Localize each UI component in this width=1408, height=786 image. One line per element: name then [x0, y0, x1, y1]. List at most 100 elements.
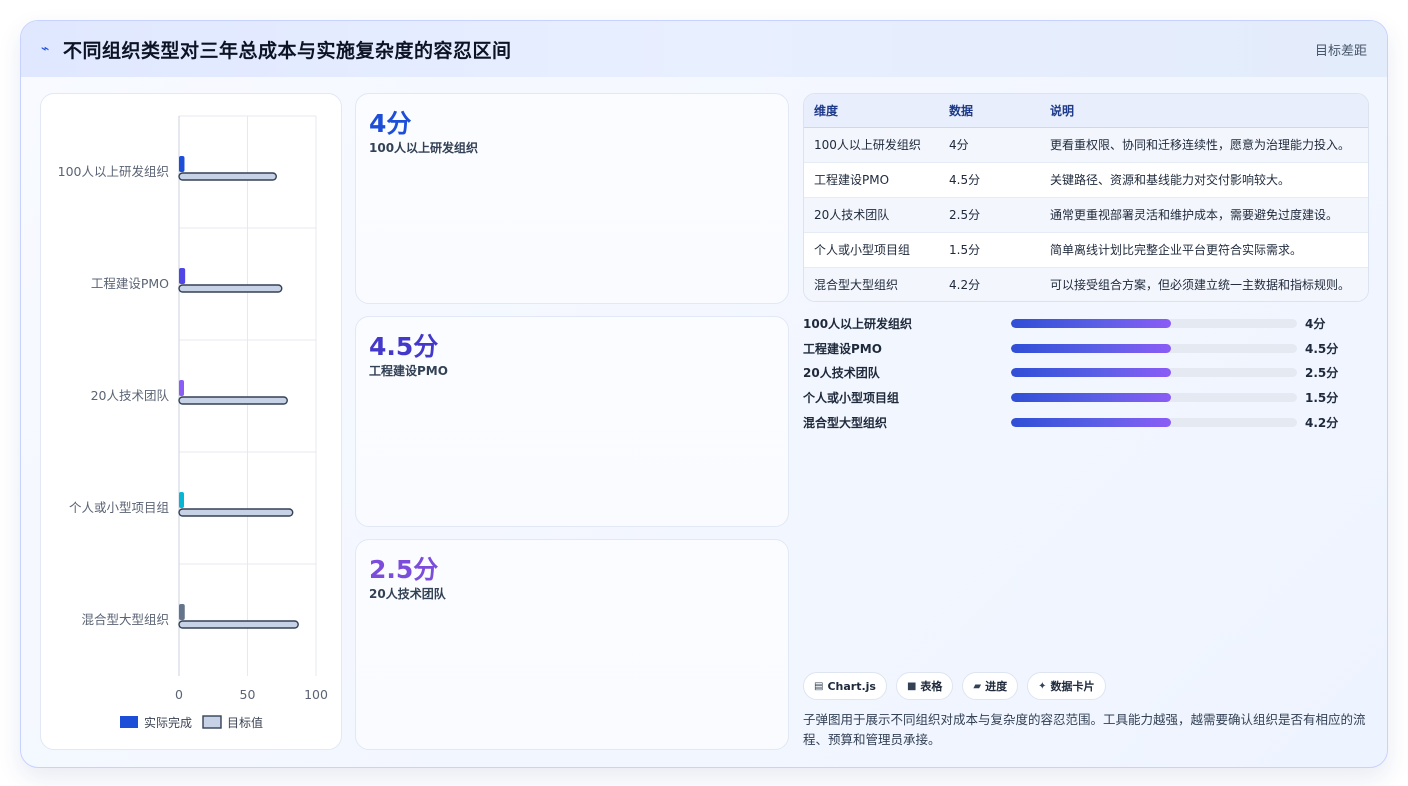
stat-value: 2.5分 [369, 555, 439, 584]
target-bar [178, 172, 277, 181]
chip-label: 数据卡片 [1050, 680, 1095, 693]
progress-value: 2.5分 [1305, 366, 1339, 381]
chip-data-card[interactable]: ✦ 数据卡片 [1027, 672, 1106, 700]
sparkle-icon: ✦ [1038, 680, 1047, 692]
chip-label: Chart.js [827, 679, 876, 693]
progress-value: 4.2分 [1305, 416, 1339, 431]
table-cell: 4.2分 [939, 267, 1040, 301]
legend-label: 实际完成 [144, 715, 192, 730]
stat-label: 工程建设PMO [369, 364, 448, 378]
category-label: 100人以上研发组织 [58, 164, 169, 179]
table-cell: 简单离线计划比完整企业平台更符合实际需求。 [1040, 232, 1368, 268]
stat-card-3: 2.5分 20人技术团队 [355, 539, 789, 750]
table-row: 个人或小型项目组 1.5分 简单离线计划比完整企业平台更符合实际需求。 [804, 232, 1368, 268]
stat-value: 4.5分 [369, 332, 439, 361]
chip-label: 表格 [920, 680, 943, 693]
progress-fill [1011, 318, 1172, 328]
table-cell: 1.5分 [939, 232, 1040, 268]
progress-track [1011, 343, 1297, 353]
progress-fill [1011, 393, 1172, 403]
progress-row: 工程建设PMO 4.5分 [803, 336, 1369, 361]
table-row: 100人以上研发组织 4分 更看重权限、协同和迁移连续性，愿意为治理能力投入。 [804, 127, 1368, 163]
stat-card-1: 4分 100人以上研发组织 [355, 93, 789, 304]
stat-label: 20人技术团队 [369, 587, 446, 601]
actual-bar [179, 604, 185, 620]
table-row: 工程建设PMO 4.5分 关键路径、资源和基线能力对交付影响较大。 [804, 162, 1368, 198]
column-header: 维度 [804, 94, 939, 128]
header-bar: ⌁ 不同组织类型对三年总成本与实施复杂度的容忍区间 目标差距 [21, 21, 1387, 77]
tag-chips: ▤ Chart.js ■ 表格 ▰ 进度 ✦ 数据卡片 [803, 672, 1106, 700]
x-tick-label: 100 [304, 687, 328, 702]
column-header: 数据 [939, 94, 1040, 128]
progress-list: 100人以上研发组织 4分 工程建设PMO 4.5分 20人技术团队 2.5分 … [803, 311, 1369, 435]
progress-value: 4.5分 [1305, 341, 1339, 356]
table-cell: 通常更重视部署灵活和维护成本，需要避免过度建设。 [1040, 197, 1368, 233]
progress-row: 20人技术团队 2.5分 [803, 361, 1369, 386]
chip-table[interactable]: ■ 表格 [895, 672, 954, 700]
stat-card-2: 4.5分 工程建设PMO [355, 316, 789, 527]
progress-row: 个人或小型项目组 1.5分 [803, 385, 1369, 410]
progress-label: 工程建设PMO [803, 341, 882, 356]
target-bar [178, 508, 294, 517]
progress-value: 4分 [1305, 316, 1326, 331]
table-row: 混合型大型组织 4.2分 可以接受组合方案，但必须建立统一主数据和指标规则。 [804, 267, 1368, 301]
table-cell: 2.5分 [939, 197, 1040, 233]
x-tick-label: 50 [240, 687, 256, 702]
progress-row: 100人以上研发组织 4分 [803, 311, 1369, 336]
progress-track [1011, 368, 1297, 378]
data-table: 维度 数据 说明 100人以上研发组织 4分 更看重权限、协同和迁移连续性，愿意… [803, 93, 1369, 302]
stat-value: 4分 [369, 109, 412, 138]
table-cell: 工程建设PMO [804, 162, 939, 198]
progress-fill [1011, 368, 1172, 378]
legend-swatch-actual [120, 716, 138, 728]
progress-row: 混合型大型组织 4.2分 [803, 410, 1369, 435]
dashboard-card: ⌁ 不同组织类型对三年总成本与实施复杂度的容忍区间 目标差距 100人以上研发组… [20, 20, 1388, 768]
chip-progress[interactable]: ▰ 进度 [962, 672, 1019, 700]
table-cell: 个人或小型项目组 [804, 232, 939, 268]
progress-label: 20人技术团队 [803, 366, 880, 381]
table-icon: ■ [906, 680, 917, 692]
progress-track [1011, 393, 1297, 403]
legend-label: 目标值 [227, 715, 263, 730]
table-cell: 4分 [939, 127, 1040, 163]
table-cell: 混合型大型组织 [804, 267, 939, 301]
stat-label: 100人以上研发组织 [369, 141, 479, 155]
category-label: 混合型大型组织 [81, 612, 169, 627]
column-header: 说明 [1040, 94, 1368, 128]
target-bar [178, 284, 283, 293]
x-tick-label: 0 [175, 687, 183, 702]
progress-track [1011, 318, 1297, 328]
target-bar [178, 620, 299, 629]
table-row: 20人技术团队 2.5分 通常更重视部署灵活和维护成本，需要避免过度建设。 [804, 197, 1368, 233]
chip-chartjs[interactable]: ▤ Chart.js [803, 672, 887, 700]
pulse-icon: ⌁ [41, 41, 50, 57]
table-cell: 100人以上研发组织 [804, 127, 939, 163]
progress-label: 100人以上研发组织 [803, 316, 913, 331]
target-bar [178, 396, 288, 405]
legend-swatch-target [202, 715, 222, 729]
progress-value: 1.5分 [1305, 391, 1339, 406]
progress-label: 个人或小型项目组 [803, 391, 900, 406]
table-cell: 更看重权限、协同和迁移连续性，愿意为治理能力投入。 [1040, 127, 1368, 163]
description-note: 子弹图用于展示不同组织对成本与复杂度的容忍范围。工具能力越强，越需要确认组织是否… [803, 712, 1366, 747]
progress-icon: ▰ [973, 680, 982, 692]
actual-bar [179, 492, 184, 508]
category-label: 工程建设PMO [91, 276, 169, 291]
table-cell: 关键路径、资源和基线能力对交付影响较大。 [1040, 162, 1368, 198]
actual-bar [179, 380, 184, 396]
category-label: 个人或小型项目组 [69, 500, 169, 515]
actual-bar [179, 156, 185, 172]
header-tag: 目标差距 [1314, 43, 1367, 59]
progress-fill [1011, 343, 1172, 353]
actual-bar [179, 268, 186, 284]
progress-label: 混合型大型组织 [803, 416, 888, 431]
progress-track [1011, 418, 1297, 428]
table-cell: 20人技术团队 [804, 197, 939, 233]
chip-label: 进度 [985, 680, 1008, 693]
progress-fill [1011, 418, 1172, 428]
category-label: 20人技术团队 [91, 388, 170, 403]
bullet-chart-panel: 100人以上研发组织工程建设PMO 20人技术团队个人或小型项目组混合型大型组织 0… [40, 93, 342, 750]
table-cell: 可以接受组合方案，但必须建立统一主数据和指标规则。 [1040, 267, 1368, 301]
table-cell: 4.5分 [939, 162, 1040, 198]
bullet-chart: 100人以上研发组织工程建设PMO 20人技术团队个人或小型项目组混合型大型组织 0… [58, 115, 328, 730]
